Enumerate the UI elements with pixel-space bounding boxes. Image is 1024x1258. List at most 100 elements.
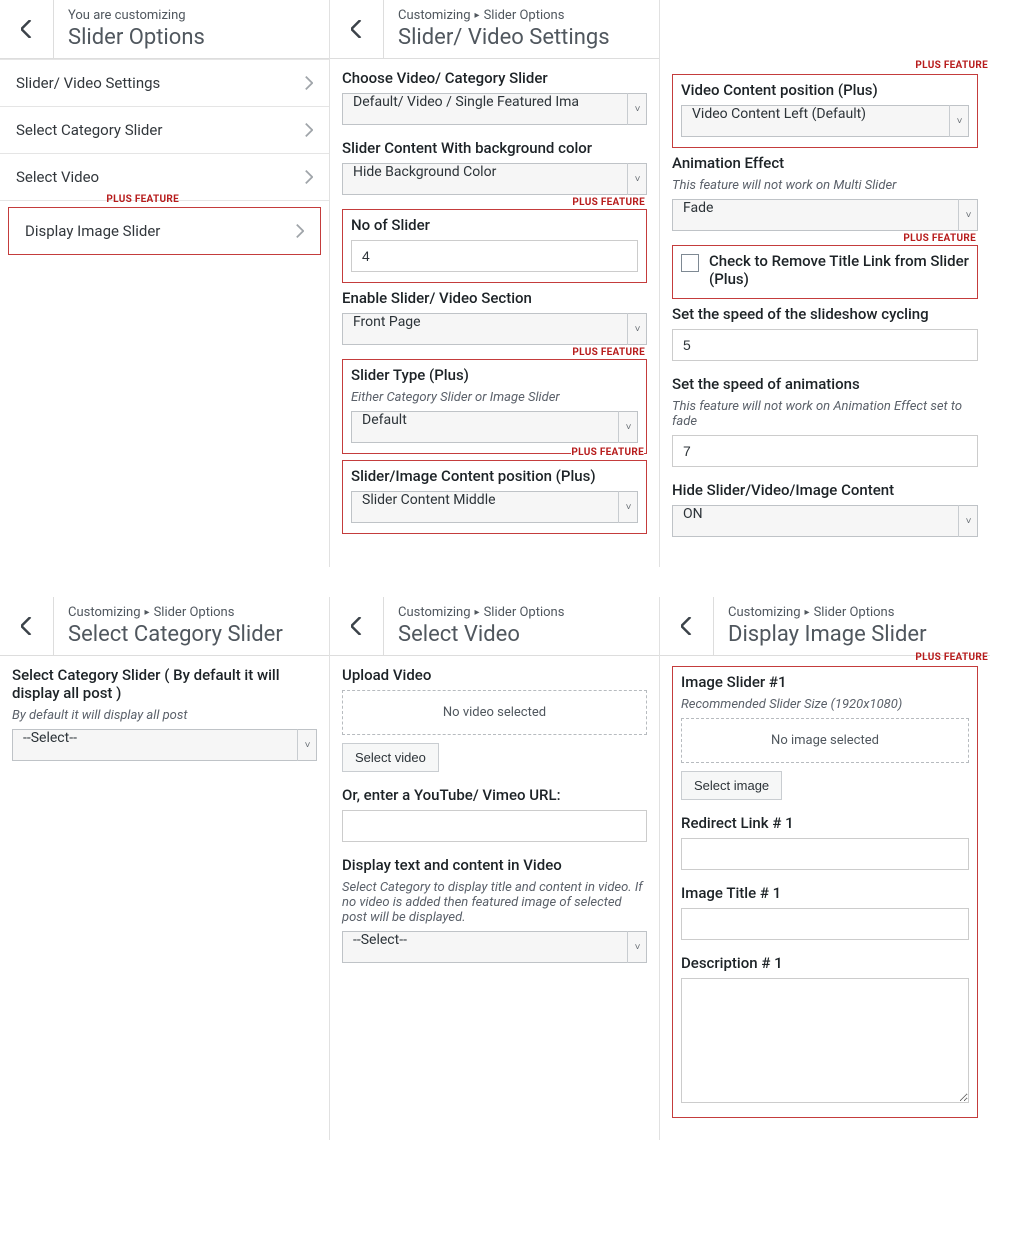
field-label: Redirect Link # 1 [681,814,969,832]
select-enable-section[interactable]: Front Page ˅ [342,313,647,345]
panel-title: Slider Options [68,25,315,50]
field-desc: Recommended Slider Size (1920x1080) [681,697,969,712]
panel-title: Select Video [398,622,645,647]
plus-feature-tag: PLUS FEATURE [572,197,645,208]
field-label: Description # 1 [681,954,969,972]
input-redirect-link[interactable] [681,838,969,870]
select-hide-content[interactable]: ON ˅ [672,505,978,537]
panel-title: Select Category Slider [68,622,315,647]
input-image-title[interactable] [681,908,969,940]
field-label: Image Title # 1 [681,884,969,902]
plus-box-remove-title-link: Check to Remove Title Link from Slider (… [672,245,978,299]
panel-display-image-slider: Customizing▸Slider Options Display Image… [660,597,990,1140]
chevron-right-icon [305,76,313,90]
menu-list: Slider/ Video Settings Select Category S… [0,59,329,255]
plus-box-content-position: Slider/Image Content position (Plus) Sli… [342,460,647,534]
field-desc: This feature will not work on Multi Slid… [672,178,978,193]
panel-header: Customizing▸Slider Options Select Video [330,597,659,656]
chevron-left-icon [351,20,363,38]
menu-slider-video-settings[interactable]: Slider/ Video Settings [0,59,329,107]
menu-label: Select Video [16,168,99,186]
back-button[interactable] [660,597,714,655]
select-bg-color[interactable]: Hide Background Color ˅ [342,163,647,195]
back-button[interactable] [330,597,384,655]
plus-box-video-position: Video Content position (Plus) Video Cont… [672,74,978,148]
plus-box-no-of-slider: No of Slider [342,209,647,283]
field-label: Slider/Image Content position (Plus) [351,467,638,485]
field-label: Enable Slider/ Video Section [342,289,647,307]
chevron-left-icon [681,617,693,635]
panel-slider-options: You are customizing Slider Options Slide… [0,0,330,567]
chevron-right-icon [305,123,313,137]
panel-slider-video-settings: Customizing▸Slider Options Slider/ Video… [330,0,660,567]
select-category-slider[interactable]: --Select-- ˅ [12,729,317,761]
plus-feature-tag: PLUS FEATURE [571,447,644,458]
select-content-position[interactable]: Slider Content Middle ˅ [351,491,638,523]
back-button[interactable] [330,0,384,58]
menu-display-image-slider[interactable]: Display Image Slider [9,208,320,254]
back-button[interactable] [0,0,54,58]
select-animation-effect[interactable]: Fade ˅ [672,199,978,231]
chevron-right-icon [296,224,304,238]
plus-box-image-slider: Image Slider #1 Recommended Slider Size … [672,666,978,1118]
menu-select-category-slider[interactable]: Select Category Slider [0,107,329,154]
breadcrumb: Customizing▸Slider Options [728,605,976,620]
select-video-button[interactable]: Select video [342,743,439,772]
field-label: Image Slider #1 [681,673,969,691]
panel-slider-video-settings-right: PLUS FEATURE Video Content position (Plu… [660,0,990,567]
breadcrumb: You are customizing [68,8,315,23]
field-label: Select Category Slider ( By default it w… [12,666,317,702]
plus-feature-tag: PLUS FEATURE [915,652,988,663]
panel-header: Customizing▸Slider Options Display Image… [660,597,990,656]
breadcrumb: Customizing▸Slider Options [68,605,315,620]
field-label: Slider Content With background color [342,139,647,157]
field-label: Hide Slider/Video/Image Content [672,481,978,499]
field-label: No of Slider [351,216,638,234]
chevron-right-icon [305,170,313,184]
breadcrumb: Customizing▸Slider Options [398,8,645,23]
panel-header: Customizing▸Slider Options Slider/ Video… [330,0,659,59]
select-video-category[interactable]: --Select-- ˅ [342,931,647,963]
panel-select-video: Customizing▸Slider Options Select Video … [330,597,660,1140]
field-desc: Either Category Slider or Image Slider [351,390,638,405]
textarea-description[interactable] [681,978,969,1103]
back-button[interactable] [0,597,54,655]
field-label: Upload Video [342,666,647,684]
panel-title: Slider/ Video Settings [398,25,645,50]
chevron-left-icon [21,20,33,38]
field-label: Set the speed of the slideshow cycling [672,305,978,323]
input-no-of-slider[interactable] [351,240,638,272]
plus-feature-tag: PLUS FEATURE [903,233,976,244]
chevron-left-icon [21,617,33,635]
checkbox-remove-title-link[interactable] [681,254,699,272]
menu-label: Display Image Slider [25,222,160,240]
input-slideshow-speed[interactable] [672,329,978,361]
input-video-url[interactable] [342,810,647,842]
select-image-button[interactable]: Select image [681,771,782,800]
input-animation-speed[interactable] [672,435,978,467]
breadcrumb: Customizing▸Slider Options [398,605,645,620]
field-desc: By default it will display all post [12,708,317,723]
select-slider-type[interactable]: Default ˅ [351,411,638,443]
panel-title: Display Image Slider [728,622,976,647]
checkbox-label: Check to Remove Title Link from Slider (… [709,252,969,288]
empty-video-placeholder: No video selected [342,690,647,735]
chevron-left-icon [351,617,363,635]
plus-feature-tag: PLUS FEATURE [572,347,645,358]
plus-box-slider-type: Slider Type (Plus) Either Category Slide… [342,359,647,454]
field-label: Slider Type (Plus) [351,366,638,384]
menu-label: Slider/ Video Settings [16,74,160,92]
field-desc: This feature will not work on Animation … [672,399,978,429]
select-video-position[interactable]: Video Content Left (Default) ˅ [681,105,969,137]
empty-image-placeholder: No image selected [681,718,969,763]
field-label: Or, enter a YouTube/ Vimeo URL: [342,786,647,804]
menu-label: Select Category Slider [16,121,162,139]
field-label: Set the speed of animations [672,375,978,393]
select-choose-slider[interactable]: Default/ Video / Single Featured Ima ˅ [342,93,647,125]
field-label: Choose Video/ Category Slider [342,69,647,87]
plus-feature-tag: PLUS FEATURE [915,60,988,71]
panel-header: Customizing▸Slider Options Select Catego… [0,597,329,656]
field-label: Display text and content in Video [342,856,647,874]
plus-feature-tag: PLUS FEATURE [106,194,179,205]
panel-select-category-slider: Customizing▸Slider Options Select Catego… [0,597,330,1140]
